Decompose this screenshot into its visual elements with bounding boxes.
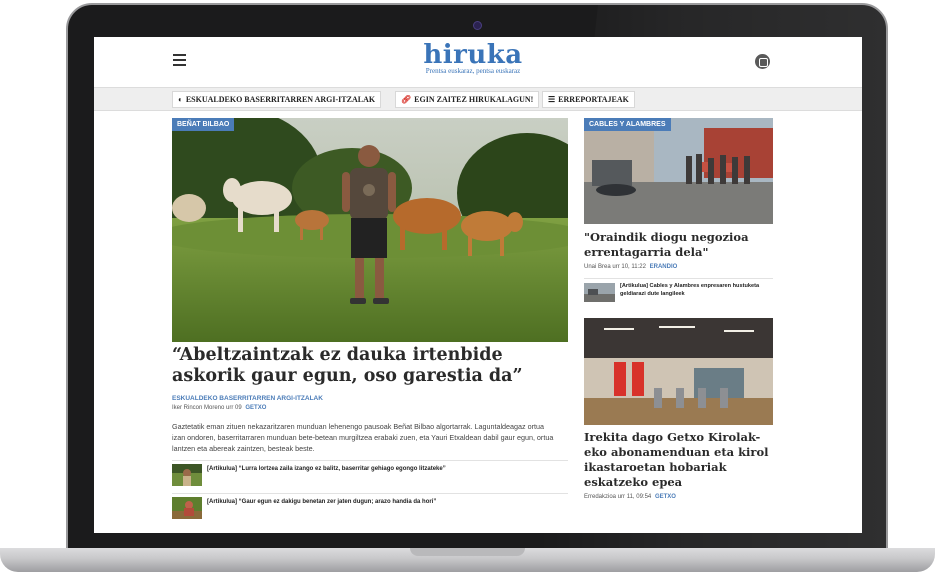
- farmer-with-cows-photo: [172, 118, 568, 342]
- date: urr 09: [226, 405, 242, 411]
- location-link[interactable]: ERANDIO: [650, 264, 678, 270]
- main-kicker[interactable]: ESKUALDEKO BASERRITARREN ARGI-ITZALAK: [172, 395, 323, 402]
- byline: Iker Rincon Moreno: [172, 405, 225, 411]
- side-story-image[interactable]: CABLES Y ALAMBRES: [584, 118, 773, 224]
- browser-viewport: hiruka Prentsa euskaraz, pentsa euskaraz…: [94, 37, 862, 533]
- main-story-image[interactable]: BEÑAT BILBAO: [172, 118, 568, 342]
- nav-item-hirukalagun[interactable]: 🔗︎ EGIN ZAITEZ HIRUKALAGUN!: [395, 91, 540, 108]
- side-badge[interactable]: CABLES Y ALAMBRES: [584, 118, 671, 131]
- date: urr 11, 09:54: [617, 494, 652, 500]
- laptop-base: [0, 548, 935, 572]
- main-badge[interactable]: BEÑAT BILBAO: [172, 118, 235, 131]
- byline: Unai Brea: [584, 264, 611, 270]
- side2-meta: Erredakzioa urr 11, 09:54 GETXO: [584, 494, 676, 500]
- side-headline[interactable]: "Oraindik diogu negozioa errentagarria d…: [584, 230, 784, 260]
- logo-tagline: Prentsa euskaraz, pentsa euskaraz: [425, 67, 521, 75]
- location-link[interactable]: GETXO: [655, 494, 676, 500]
- link-icon: 🔗︎: [401, 95, 412, 104]
- globe-icon: ◐: [178, 95, 183, 104]
- related-title: [Artikulua] “Gaur egun ez dakigu benetan…: [207, 499, 437, 505]
- menu-icon[interactable]: [173, 54, 186, 66]
- date: urr 10, 11:22: [612, 264, 646, 270]
- protest-photo: [584, 118, 773, 224]
- side-related-title: [Artikulua] Cables y Alambres enpresaren…: [620, 283, 760, 297]
- site-logo[interactable]: hiruka Prentsa euskaraz, pentsa euskaraz: [410, 40, 536, 75]
- nav-label: EGIN ZAITEZ HIRUKALAGUN!: [414, 95, 534, 104]
- related-thumbnail: [172, 464, 202, 486]
- main-headline[interactable]: “Abeltzaintzak ez dauka irtenbide askori…: [172, 345, 568, 387]
- laptop-mockup: hiruka Prentsa euskaraz, pentsa euskaraz…: [0, 0, 935, 573]
- site-header: hiruka Prentsa euskaraz, pentsa euskaraz: [94, 37, 862, 87]
- side-related-thumbnail: [584, 283, 615, 302]
- nav-label: ESKUALDEKO BASERRITARREN ARGI-ITZALAK: [185, 95, 376, 104]
- base-notch: [410, 548, 525, 556]
- related-thumbnail: [172, 497, 202, 519]
- location-link[interactable]: GETXO: [245, 405, 266, 411]
- section-nav: ◐ ESKUALDEKO BASERRITARREN ARGI-ITZALAK 🔗…: [94, 87, 862, 111]
- side-meta: Unai Brea urr 10, 11:22 ERANDIO: [584, 264, 677, 270]
- related-title: [Artikulua] “Lurra lortzea zaila izango …: [207, 466, 446, 472]
- main-summary: Gaztetatik eman zituen nekazaritzaren mu…: [172, 422, 554, 453]
- logo-text: hiruka: [423, 40, 523, 70]
- related-article[interactable]: [Artikulua] “Gaur egun ez dakigu benetan…: [172, 493, 568, 519]
- sports-center-image[interactable]: [584, 318, 773, 425]
- sports-center-entrance-photo: [584, 318, 773, 425]
- byline: Erredakzioa: [584, 494, 617, 500]
- related-article[interactable]: [Artikulua] “Lurra lortzea zaila izango …: [172, 460, 568, 486]
- user-icon[interactable]: [755, 54, 770, 69]
- side-related-article[interactable]: [Artikulua] Cables y Alambres enpresaren…: [584, 278, 773, 302]
- nav-label: ERREPORTAJEAK: [558, 95, 629, 104]
- main-meta: Iker Rincon Moreno urr 09 GETXO: [172, 405, 266, 411]
- nav-item-erreportajeak[interactable]: ☰ ERREPORTAJEAK: [542, 91, 635, 108]
- side2-headline[interactable]: Irekita dago Getxo Kirolak-eko abonamend…: [584, 430, 774, 490]
- webcam: [473, 21, 482, 30]
- list-icon: ☰: [548, 95, 556, 104]
- nav-item-baserritarren[interactable]: ◐ ESKUALDEKO BASERRITARREN ARGI-ITZALAK: [172, 91, 382, 108]
